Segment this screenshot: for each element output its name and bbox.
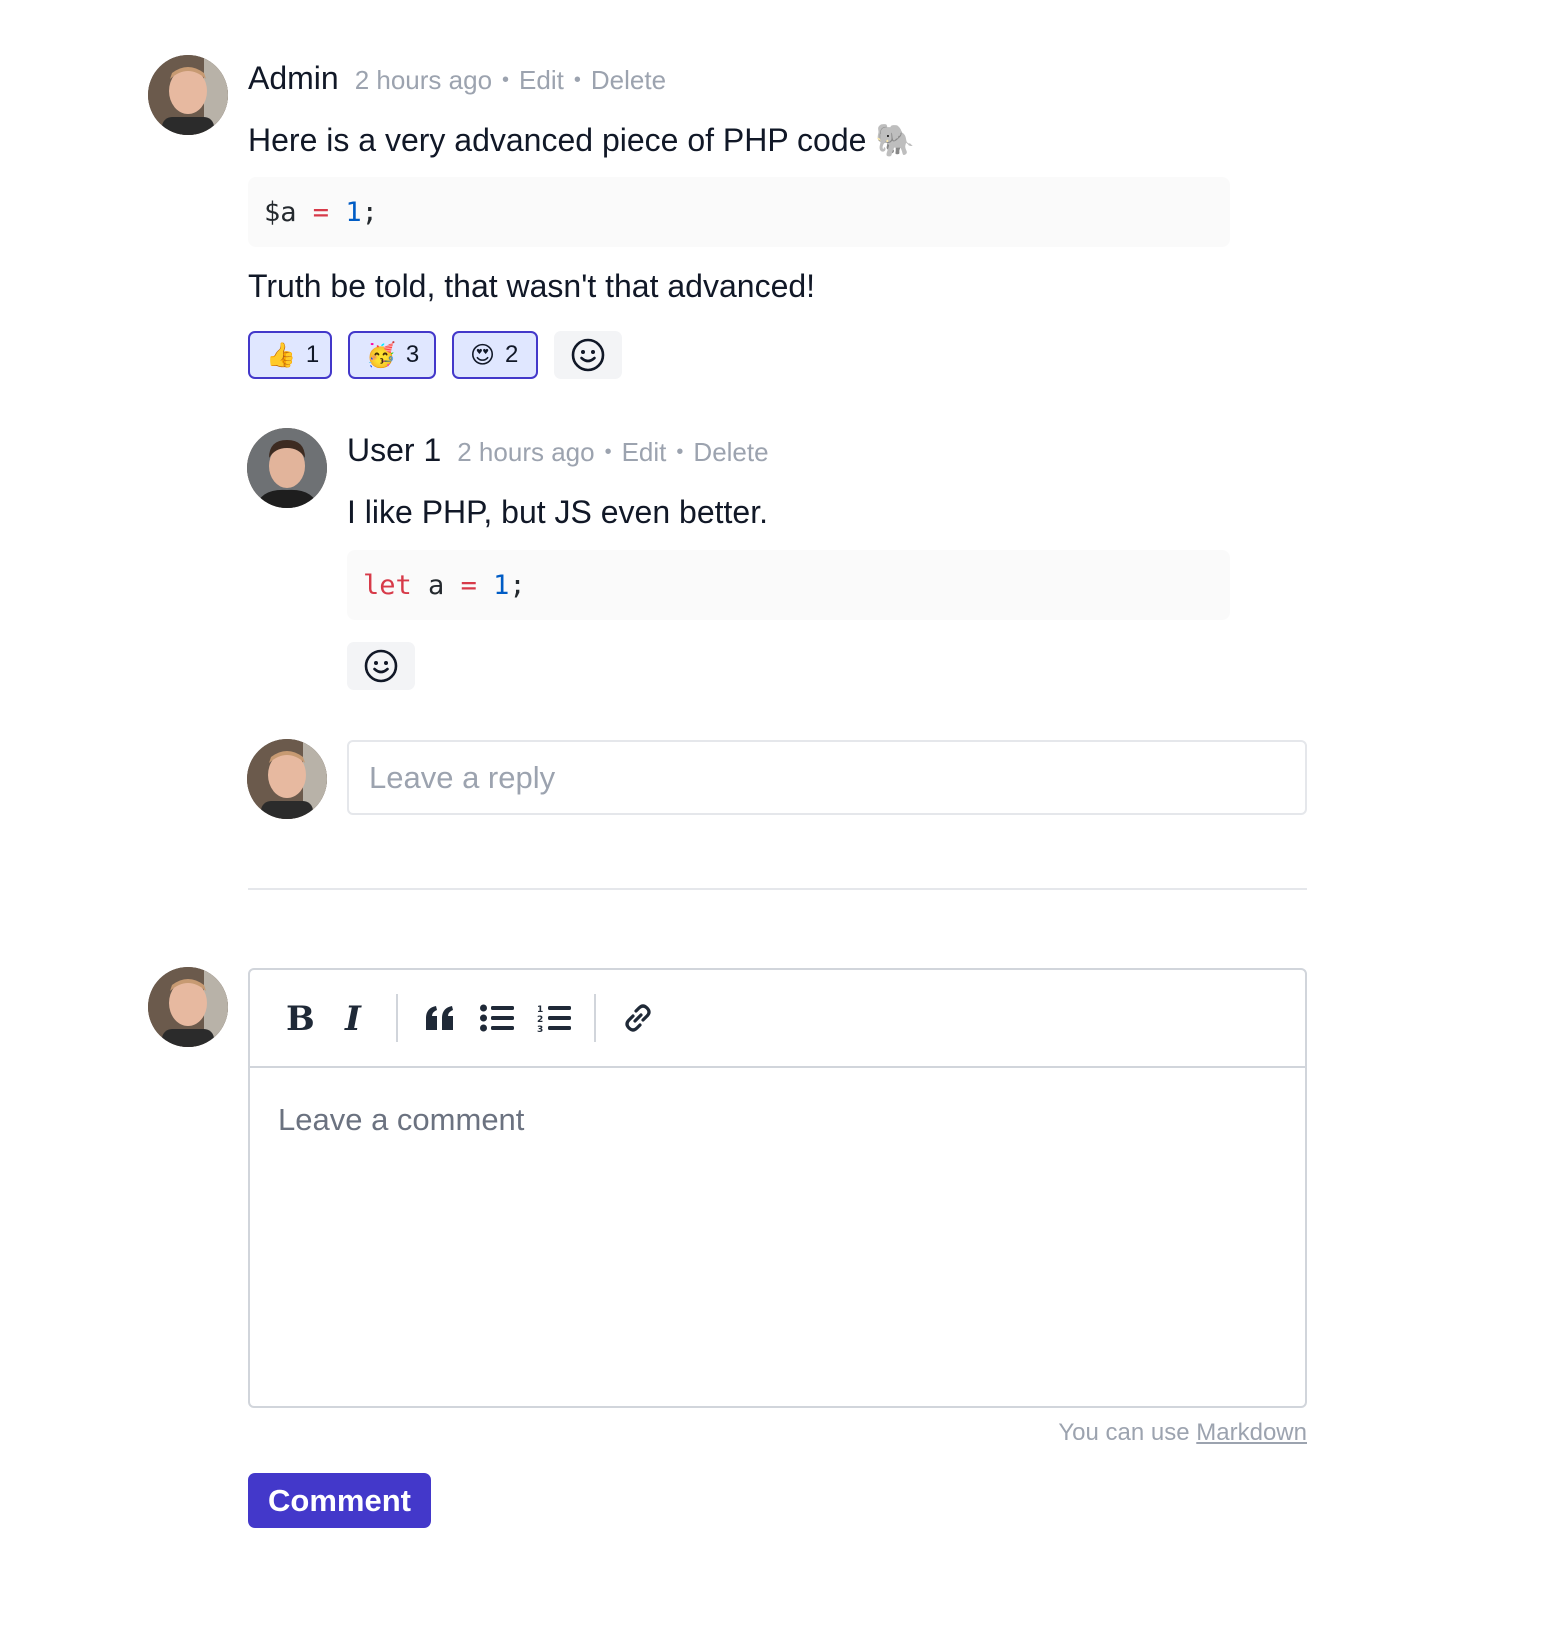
- edit-link[interactable]: Edit: [622, 437, 667, 467]
- svg-text:I: I: [344, 1002, 362, 1034]
- comment-textarea[interactable]: [250, 1068, 1305, 1412]
- reaction-party[interactable]: 🥳 3: [348, 331, 436, 379]
- heart-eyes-icon: 😍: [470, 341, 496, 369]
- author-name: User 1: [347, 432, 442, 468]
- markdown-link[interactable]: Markdown: [1196, 1419, 1307, 1446]
- quote-icon: [426, 1006, 453, 1030]
- avatar: [247, 428, 327, 508]
- svg-text:3: 3: [537, 1025, 543, 1033]
- hint-text: You can use: [1058, 1419, 1190, 1446]
- quote-button[interactable]: [416, 994, 464, 1042]
- toolbar-separator: [594, 994, 596, 1042]
- comment-text: Truth be told, that wasn't that advanced…: [248, 268, 816, 304]
- avatar: [148, 967, 228, 1047]
- reply-header: User 1 2 hours ago • Edit • Delete: [347, 432, 769, 469]
- reaction-count: 2: [505, 341, 519, 368]
- italic-icon: I: [344, 1002, 362, 1034]
- add-reaction-button[interactable]: [554, 331, 622, 379]
- toolbar-separator: [396, 994, 398, 1042]
- avatar: [148, 55, 228, 135]
- svg-text:2: 2: [537, 1015, 543, 1025]
- separator-dot: •: [502, 69, 510, 91]
- comment-meta: 2 hours ago • Edit • Delete: [355, 65, 666, 96]
- code-token: $a: [264, 196, 297, 228]
- reactions: 👍 1 🥳 3 😍 2: [248, 331, 622, 379]
- edit-link[interactable]: Edit: [519, 65, 564, 95]
- comment-text: Here is a very advanced piece of PHP cod…: [248, 122, 916, 158]
- bold-icon: B: [286, 1002, 313, 1034]
- thumbs-up-icon: 👍: [266, 341, 296, 369]
- reply-input[interactable]: [347, 740, 1307, 815]
- code-token: ;: [361, 196, 378, 228]
- avatar: [247, 739, 327, 819]
- timestamp: 2 hours ago: [457, 437, 595, 467]
- code-token: 1: [345, 196, 362, 228]
- reaction-count: 3: [405, 341, 420, 368]
- separator-dot: •: [573, 69, 581, 91]
- numbered-list-icon: 1 2 3: [537, 1005, 571, 1033]
- svg-text:B: B: [286, 1002, 313, 1034]
- timestamp: 2 hours ago: [354, 65, 493, 95]
- comment-header: Admin 2 hours ago • Edit • Delete: [248, 60, 666, 97]
- reaction-heart-eyes[interactable]: 😍 2: [452, 331, 538, 379]
- reply-text: I like PHP, but JS even better.: [347, 494, 768, 530]
- party-face-icon: 🥳: [366, 341, 396, 369]
- link-icon: [625, 1004, 651, 1032]
- code-block: let a = 1;: [347, 550, 1230, 620]
- bulleted-list-button[interactable]: [473, 994, 521, 1042]
- reaction-count: 1: [305, 341, 320, 368]
- code-token: let: [363, 569, 412, 601]
- delete-link[interactable]: Delete: [591, 65, 666, 95]
- divider: [248, 888, 1307, 890]
- italic-button[interactable]: I: [330, 994, 378, 1042]
- reaction-thumbs-up[interactable]: 👍 1: [248, 331, 332, 379]
- comment-submit-button[interactable]: Comment: [248, 1473, 431, 1528]
- bold-button[interactable]: B: [274, 994, 322, 1042]
- delete-link[interactable]: Delete: [693, 437, 768, 467]
- link-button[interactable]: [614, 994, 662, 1042]
- comment-editor: B I 1 2 3 Leave a comment: [248, 968, 1307, 1412]
- smiley-icon: [571, 338, 605, 372]
- comment-meta: 2 hours ago • Edit • Delete: [457, 437, 768, 468]
- svg-text:1: 1: [537, 1005, 543, 1015]
- editor-toolbar: B I 1 2 3: [250, 970, 1305, 1068]
- code-token: a: [428, 569, 445, 601]
- code-token: 1: [493, 569, 510, 601]
- bulleted-list-icon: [480, 1004, 514, 1032]
- code-token: =: [312, 196, 330, 228]
- separator-dot: •: [604, 441, 612, 463]
- author-name: Admin: [248, 60, 339, 96]
- add-reaction-button[interactable]: [347, 642, 415, 690]
- numbered-list-button[interactable]: 1 2 3: [530, 994, 578, 1042]
- code-token: ;: [509, 569, 526, 601]
- smiley-icon: [364, 649, 398, 683]
- code-block: $a = 1;: [248, 177, 1230, 247]
- markdown-hint: You can use Markdown: [1058, 1419, 1307, 1447]
- code-token: =: [460, 569, 477, 601]
- separator-dot: •: [676, 441, 684, 463]
